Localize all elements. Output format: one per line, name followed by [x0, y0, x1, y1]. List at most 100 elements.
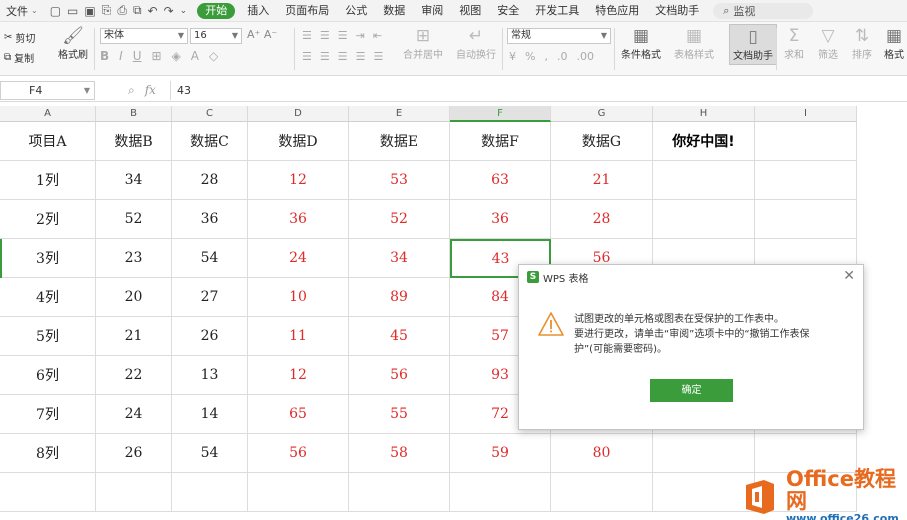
table-cell[interactable]: 59	[450, 434, 551, 473]
column-header[interactable]: I	[755, 106, 857, 122]
align-bottom-icon[interactable]: ☰	[338, 29, 348, 42]
table-cell[interactable]: 80	[551, 434, 653, 473]
align-center-icon[interactable]: ☰	[320, 50, 330, 63]
column-header[interactable]: G	[551, 106, 653, 122]
bold-icon[interactable]: B	[100, 49, 109, 63]
table-cell[interactable]: 5列	[0, 317, 96, 356]
customize-icon[interactable]: ⌄	[180, 6, 188, 16]
column-header[interactable]: B	[96, 106, 172, 122]
table-cell[interactable]: 4列	[0, 278, 96, 317]
header-cell[interactable]: 数据D	[248, 122, 349, 161]
currency-icon[interactable]: ¥	[509, 50, 516, 63]
file-menu[interactable]: 文件 ⌄	[0, 3, 44, 19]
table-cell[interactable]: 27	[172, 278, 248, 317]
align-middle-icon[interactable]: ☰	[320, 29, 330, 42]
indent-icon[interactable]: ⇥	[356, 29, 365, 42]
percent-icon[interactable]: %	[525, 50, 535, 63]
table-cell[interactable]: 52	[349, 200, 450, 239]
redo-icon[interactable]: ↷	[164, 4, 174, 18]
table-cell[interactable]: 11	[248, 317, 349, 356]
table-cell[interactable]: 56	[349, 356, 450, 395]
new-file-icon[interactable]: ▢	[50, 4, 61, 18]
export-icon[interactable]: ⎘	[102, 3, 112, 18]
table-cell[interactable]: 34	[96, 161, 172, 200]
tab-5[interactable]: 审阅	[413, 0, 451, 22]
justify-icon[interactable]: ☰	[356, 50, 366, 63]
header-cell[interactable]: 数据F	[450, 122, 551, 161]
tab-6[interactable]: 视图	[451, 0, 489, 22]
number-format-select[interactable]: 常规 ▼	[507, 28, 611, 44]
header-cell[interactable]: 数据E	[349, 122, 450, 161]
header-cell[interactable]: 数据G	[551, 122, 653, 161]
font-grow-button[interactable]: A⁺ A⁻	[247, 28, 277, 41]
align-top-icon[interactable]: ☰	[302, 29, 312, 42]
header-cell[interactable]: 你好中国!	[653, 122, 755, 161]
table-cell[interactable]: 3列	[0, 239, 96, 278]
table-cell[interactable]: 36	[450, 200, 551, 239]
italic-icon[interactable]: I	[119, 49, 123, 63]
table-cell[interactable]: 54	[172, 434, 248, 473]
table-cell[interactable]: 34	[349, 239, 450, 278]
header-cell[interactable]: 数据B	[96, 122, 172, 161]
table-cell[interactable]: 58	[349, 434, 450, 473]
column-header[interactable]: H	[653, 106, 755, 122]
border-icon[interactable]: ⊞	[152, 49, 162, 63]
save-icon[interactable]: ▣	[84, 4, 95, 18]
header-cell[interactable]	[755, 122, 857, 161]
tab-2[interactable]: 页面布局	[277, 0, 337, 22]
table-cell[interactable]: 23	[96, 239, 172, 278]
align-left-icon[interactable]: ☰	[302, 50, 312, 63]
sort-button[interactable]: ⇅ 排序	[852, 26, 872, 61]
increase-decimal-icon[interactable]: .0	[557, 50, 568, 63]
table-cell[interactable]: 36	[172, 200, 248, 239]
table-cell[interactable]: 2列	[0, 200, 96, 239]
table-cell[interactable]: 7列	[0, 395, 96, 434]
table-cell[interactable]: 8列	[0, 434, 96, 473]
column-header[interactable]: E	[349, 106, 450, 122]
table-cell[interactable]	[755, 161, 857, 200]
distribute-icon[interactable]: ☰	[374, 50, 384, 63]
close-icon[interactable]: ✕	[843, 268, 855, 284]
table-cell[interactable]: 21	[551, 161, 653, 200]
table-style-button[interactable]: ▦ 表格样式	[674, 26, 714, 61]
column-header[interactable]: F	[450, 106, 551, 122]
cut-button[interactable]: ✂ 剪切	[4, 30, 35, 45]
doc-assistant-button[interactable]: ▯ 文档助手	[729, 24, 777, 65]
table-cell[interactable]	[349, 473, 450, 512]
table-cell[interactable]	[551, 473, 653, 512]
column-header[interactable]: D	[248, 106, 349, 122]
table-cell[interactable]: 28	[551, 200, 653, 239]
merge-center-button[interactable]: ⊞ 合并居中	[403, 26, 443, 61]
table-cell[interactable]	[653, 200, 755, 239]
table-cell[interactable]: 28	[172, 161, 248, 200]
preview-icon[interactable]: ⧉	[133, 3, 142, 18]
table-cell[interactable]: 24	[248, 239, 349, 278]
wrap-text-button[interactable]: ↵ 自动换行	[456, 26, 496, 61]
table-cell[interactable]	[172, 473, 248, 512]
table-cell[interactable]: 89	[349, 278, 450, 317]
zoom-icon[interactable]: ⌕	[128, 83, 135, 98]
table-cell[interactable]: 52	[96, 200, 172, 239]
tab-8[interactable]: 开发工具	[527, 0, 587, 22]
table-cell[interactable]: 12	[248, 356, 349, 395]
table-cell[interactable]: 55	[349, 395, 450, 434]
table-cell[interactable]	[96, 473, 172, 512]
table-cell[interactable]: 14	[172, 395, 248, 434]
sum-button[interactable]: Σ 求和	[784, 26, 804, 61]
search-box[interactable]: ⌕ 监视	[713, 2, 814, 19]
table-cell[interactable]	[248, 473, 349, 512]
conditional-format-button[interactable]: ▦ 条件格式	[621, 26, 661, 61]
thousands-icon[interactable]: ,	[544, 50, 548, 63]
tab-4[interactable]: 数据	[375, 0, 413, 22]
table-cell[interactable]	[450, 473, 551, 512]
fill-color-icon[interactable]: ◈	[172, 49, 181, 63]
tab-1[interactable]: 插入	[239, 0, 277, 22]
fx-icon[interactable]: fx	[145, 83, 156, 98]
table-cell[interactable]	[0, 473, 96, 512]
table-cell[interactable]	[755, 200, 857, 239]
table-cell[interactable]: 63	[450, 161, 551, 200]
table-cell[interactable]: 24	[96, 395, 172, 434]
underline-icon[interactable]: U	[133, 49, 142, 63]
format-painter-button[interactable]: 🖌 格式刷	[58, 26, 88, 61]
formula-input[interactable]: 43	[170, 81, 907, 100]
